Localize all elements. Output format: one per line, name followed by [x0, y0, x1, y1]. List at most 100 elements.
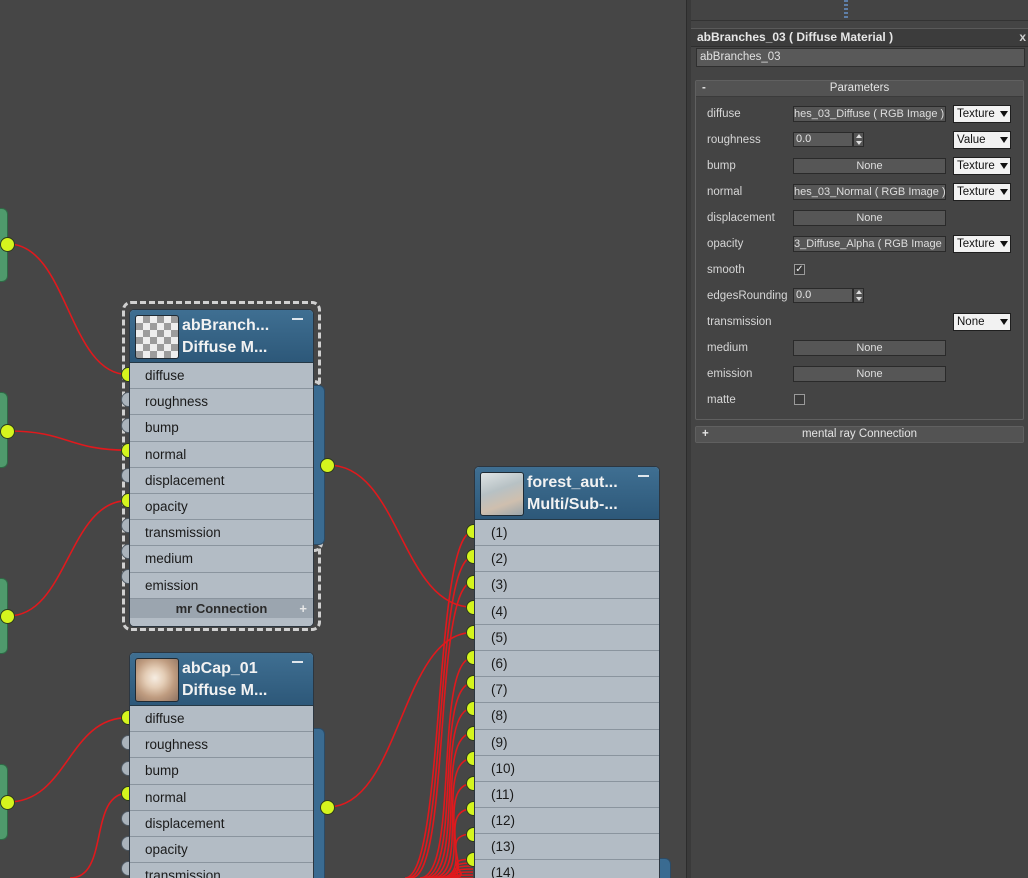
chevron-down-icon — [1000, 163, 1008, 169]
node-editor-canvas[interactable]: abBranch... Diffuse M... diffuse roughness… — [0, 0, 686, 878]
param-label: diffuse — [707, 108, 741, 120]
node-slot: opacity — [130, 494, 313, 521]
slot-label: normal — [145, 446, 187, 462]
diffuse-material-node[interactable]: abCap_01 Diffuse M... diffuse roughness bum… — [129, 652, 314, 878]
map-button[interactable]: 3_Diffuse_Alpha ( RGB Image ) — [793, 236, 946, 252]
slot-label: opacity — [145, 841, 188, 857]
node-slot: bump — [130, 415, 313, 442]
param-label: normal — [707, 186, 743, 198]
multi-sub-material-node[interactable]: forest_aut... Multi/Sub-... (1) (2) (3) (4) (… — [474, 466, 660, 878]
expand-icon: + — [702, 428, 709, 440]
slot-label: displacement — [145, 815, 225, 831]
slot-label: (2) — [491, 551, 508, 567]
node-slot: (4) — [475, 599, 659, 625]
dropdown-value: Texture — [957, 186, 995, 198]
node-slot: medium — [130, 546, 313, 573]
slot-label: (5) — [491, 629, 508, 645]
slot-label: (10) — [491, 760, 516, 776]
material-name-field[interactable]: abBranches_03 — [696, 48, 1025, 67]
splitter-grip[interactable] — [844, 0, 848, 18]
node-slot: (8) — [475, 703, 659, 730]
close-icon[interactable]: x — [1019, 29, 1026, 46]
dropdown-value: Texture — [957, 160, 995, 172]
minimize-icon[interactable] — [292, 318, 303, 320]
param-label: transmission — [707, 316, 772, 328]
mr-connection-row[interactable]: mr Connection + — [130, 598, 313, 618]
map-button[interactable]: None — [793, 366, 946, 382]
connection-wire[interactable] — [419, 656, 474, 878]
mode-dropdown[interactable]: None — [953, 313, 1011, 331]
material-thumbnail — [135, 658, 179, 702]
collapse-icon: - — [702, 82, 706, 94]
panel-title: abBranches_03 ( Diffuse Material ) — [697, 30, 894, 44]
output-port[interactable] — [0, 423, 15, 439]
mode-dropdown[interactable]: Texture — [953, 157, 1011, 175]
param-row-emission: emission None — [696, 365, 1023, 385]
slot-label: transmission — [145, 868, 221, 878]
minimize-icon[interactable] — [638, 475, 649, 477]
slot-label: roughness — [145, 394, 209, 410]
param-row-opacity: opacity 3_Diffuse_Alpha ( RGB Image ) Text… — [696, 235, 1023, 255]
minimize-icon[interactable] — [292, 661, 303, 663]
mode-dropdown[interactable]: Value — [953, 131, 1011, 149]
slot-label: (13) — [491, 839, 516, 855]
mode-dropdown[interactable]: Texture — [953, 183, 1011, 201]
spinner-arrows-icon[interactable] — [853, 288, 864, 303]
connection-wire[interactable] — [7, 716, 129, 803]
diffuse-material-node[interactable]: abBranch... Diffuse M... diffuse roughness… — [129, 309, 314, 627]
parameters-rollout-header[interactable]: - Parameters — [696, 81, 1023, 97]
output-port[interactable] — [320, 799, 335, 815]
param-checkbox[interactable]: ✓ — [794, 264, 805, 275]
map-button[interactable]: None — [793, 340, 946, 356]
node-slot: (3) — [475, 572, 659, 599]
output-port[interactable] — [0, 608, 15, 624]
connection-wire[interactable] — [69, 792, 129, 878]
slot-label: medium — [145, 551, 194, 567]
chevron-down-icon — [1000, 241, 1008, 247]
node-slot: opacity — [130, 837, 313, 864]
node-header[interactable]: forest_aut... Multi/Sub-... — [475, 467, 659, 520]
node-slot: (1) — [475, 520, 659, 547]
mental-ray-rollout-header[interactable]: + mental ray Connection — [696, 427, 1023, 442]
node-slot: (9) — [475, 730, 659, 756]
param-row-diffuse: diffuse hes_03_Diffuse ( RGB Image ) Textu… — [696, 105, 1023, 125]
output-port[interactable] — [320, 457, 335, 473]
mode-dropdown[interactable]: Texture — [953, 235, 1011, 253]
node-header[interactable]: abCap_01 Diffuse M... — [130, 653, 313, 706]
panel-titlebar: abBranches_03 ( Diffuse Material ) x — [691, 28, 1028, 47]
output-port[interactable] — [0, 236, 15, 252]
node-slot: (5) — [475, 625, 659, 651]
resize-grip[interactable] — [130, 617, 313, 626]
connection-wire[interactable] — [7, 499, 129, 617]
value-spinner[interactable]: 0.0 — [793, 288, 853, 303]
slot-label: (8) — [491, 708, 508, 724]
map-button[interactable]: hes_03_Normal ( RGB Image ) — [793, 184, 946, 200]
connection-wire[interactable] — [327, 631, 474, 808]
map-button[interactable]: hes_03_Diffuse ( RGB Image ) — [793, 106, 946, 122]
node-slot: (14) — [475, 860, 659, 878]
slot-label: displacement — [145, 472, 225, 488]
node-header[interactable]: abBranch... Diffuse M... — [130, 310, 313, 363]
param-row-smooth: smooth ✓ — [696, 261, 1023, 281]
slot-label: (9) — [491, 734, 508, 750]
map-button[interactable]: None — [793, 158, 946, 174]
connection-wire[interactable] — [404, 530, 474, 878]
connection-wire[interactable] — [7, 243, 129, 376]
slot-label: (4) — [491, 603, 508, 619]
value-spinner[interactable]: 0.0 — [793, 132, 853, 147]
map-button[interactable]: None — [793, 210, 946, 226]
param-checkbox[interactable] — [794, 394, 805, 405]
output-port[interactable] — [0, 794, 15, 810]
material-thumbnail — [135, 315, 179, 359]
mode-dropdown[interactable]: Texture — [953, 105, 1011, 123]
slot-label: diffuse — [145, 368, 185, 383]
connection-wire[interactable] — [7, 430, 129, 451]
spinner-arrows-icon[interactable] — [853, 132, 864, 147]
connection-wire[interactable] — [410, 581, 474, 878]
connection-wire[interactable] — [407, 556, 474, 878]
node-slot: transmission — [130, 520, 313, 547]
node-slot: normal — [130, 785, 313, 811]
param-row-matte: matte — [696, 391, 1023, 411]
param-row-transmission: transmission None — [696, 313, 1023, 333]
param-row-roughness: roughness 0.0 Value — [696, 131, 1023, 151]
